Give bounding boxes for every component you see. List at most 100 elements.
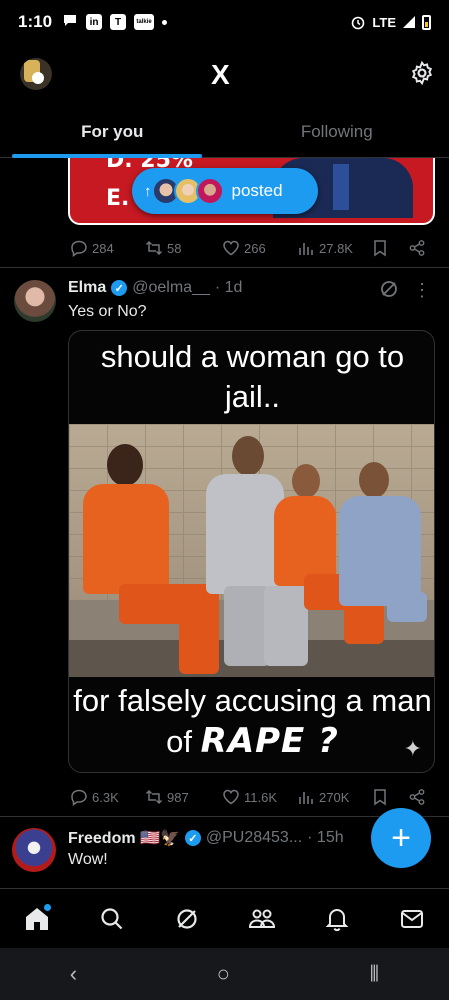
heart-icon <box>223 240 239 256</box>
signal-icon <box>403 16 415 28</box>
repost-button[interactable]: 987 <box>145 788 189 806</box>
tweet-time: · 15h <box>307 829 344 846</box>
heart-icon <box>223 789 239 805</box>
bottom-nav <box>0 888 449 948</box>
more-options-icon[interactable]: ⋮ <box>413 281 431 299</box>
more-notifications-dot <box>162 19 168 25</box>
network-label: LTE <box>372 14 396 30</box>
author-handle[interactable]: @oelma__ <box>132 279 210 297</box>
author-avatar[interactable] <box>14 280 56 322</box>
reply-count: 6.3K <box>92 789 119 805</box>
views-icon <box>299 792 313 804</box>
home-circle-icon[interactable]: ○ <box>217 961 230 987</box>
tweet-header: Freedom 🇺🇸🦅 ✓ @PU28453... · 15h <box>68 828 344 848</box>
x-logo[interactable]: X <box>211 61 230 89</box>
share-icon <box>409 240 425 256</box>
notifications-icon <box>325 908 349 931</box>
repost-button[interactable]: 58 <box>145 239 181 257</box>
arrow-up-icon: ↑ <box>144 182 152 200</box>
tie-graphic <box>333 164 349 210</box>
view-count: 270K <box>319 789 350 805</box>
sparkle-icon: ✦ <box>403 736 422 761</box>
status-bar: 1:10 in T talkie LTE <box>0 0 449 44</box>
author-avatar[interactable] <box>12 828 56 872</box>
recents-icon[interactable]: ⦀ <box>370 961 380 987</box>
author-name[interactable]: Freedom 🇺🇸🦅 <box>68 828 180 848</box>
reply-button[interactable]: 284 <box>70 239 114 257</box>
like-count: 11.6K <box>244 789 278 805</box>
tweet-time: · 1d <box>214 279 243 296</box>
search-icon <box>101 907 123 929</box>
linkedin-icon: in <box>86 14 103 30</box>
nav-search[interactable] <box>92 899 132 939</box>
tab-for-you[interactable]: For you <box>0 106 225 158</box>
tweet-text: Yes or No? <box>68 303 147 320</box>
alarm-icon <box>352 16 365 30</box>
image-caption-bottom: for falsely accusing a man of RAPE ? <box>69 677 434 772</box>
views-button[interactable]: 27.8K <box>297 239 353 257</box>
reply-icon <box>71 240 87 257</box>
back-icon[interactable]: ‹ <box>70 961 77 987</box>
repost-count: 987 <box>167 789 189 805</box>
talkie-icon: talkie <box>134 14 155 30</box>
reply-icon <box>71 789 87 806</box>
grok-icon <box>177 908 197 929</box>
tweet-actions: 6.3K 987 11.6K 270K <box>0 787 449 807</box>
like-count: 266 <box>244 240 266 256</box>
status-time: 1:10 <box>18 12 53 31</box>
card-line-e: E. <box>106 186 130 211</box>
nav-notifications[interactable] <box>317 899 357 939</box>
image-caption-emphasis: RAPE ? <box>200 721 339 761</box>
bookmark-button[interactable] <box>371 788 389 806</box>
tmobile-icon: T <box>110 14 127 30</box>
unread-dot <box>44 903 52 911</box>
grok-icon[interactable] <box>379 279 399 299</box>
nav-messages[interactable] <box>392 899 432 939</box>
share-button[interactable] <box>408 788 426 806</box>
new-posts-pill[interactable]: ↑ posted <box>132 168 318 214</box>
share-icon <box>409 789 425 805</box>
compose-button[interactable]: + <box>371 808 431 868</box>
verified-badge-icon: ✓ <box>111 280 128 296</box>
nav-home[interactable] <box>17 899 57 939</box>
previous-tweet-actions: 284 58 266 27.8K <box>0 238 449 258</box>
messages-icon <box>400 909 423 928</box>
posted-label: posted <box>231 181 283 200</box>
author-name[interactable]: Elma <box>68 279 106 297</box>
tweet-text: Wow! <box>68 851 108 868</box>
battery-icon <box>422 14 431 30</box>
nav-communities[interactable] <box>242 899 282 939</box>
tab-following[interactable]: Following <box>225 106 449 157</box>
communities-icon <box>248 909 275 928</box>
bookmark-icon <box>374 789 386 806</box>
share-button[interactable] <box>408 239 426 257</box>
author-handle[interactable]: @PU28453... <box>206 829 302 847</box>
tweet-card[interactable]: Elma ✓ @oelma__ · 1d ⋮ Yes or No? should… <box>0 269 449 817</box>
status-right: LTE <box>350 14 431 30</box>
reply-count: 284 <box>92 240 114 256</box>
like-button[interactable]: 11.6K <box>222 788 277 806</box>
like-button[interactable]: 266 <box>222 239 266 257</box>
reply-button[interactable]: 6.3K <box>70 788 119 806</box>
tweet-image[interactable]: should a woman go to jail.. for falsely … <box>68 330 435 773</box>
top-bar: X <box>0 44 449 106</box>
repost-icon <box>145 789 163 805</box>
views-button[interactable]: 270K <box>297 788 349 806</box>
views-icon <box>299 243 313 255</box>
gear-icon[interactable] <box>409 60 435 86</box>
notification-icons: in T talkie <box>62 12 168 33</box>
repost-count: 58 <box>167 240 182 256</box>
verified-badge-icon: ✓ <box>184 830 201 846</box>
bookmark-button[interactable] <box>371 239 389 257</box>
system-nav-bar: ‹ ○ ⦀ <box>0 948 449 1000</box>
tweet-header: Elma ✓ @oelma__ · 1d <box>68 279 242 297</box>
nav-grok[interactable] <box>167 899 207 939</box>
repost-icon <box>145 240 163 256</box>
message-icon <box>62 12 78 33</box>
image-caption-top: should a woman go to jail.. <box>100 339 405 414</box>
bookmark-icon <box>374 240 386 257</box>
view-count: 27.8K <box>319 240 353 256</box>
poster-avatar-3 <box>195 177 224 205</box>
profile-avatar[interactable] <box>20 58 52 90</box>
timeline-tabs: For you Following <box>0 106 449 158</box>
